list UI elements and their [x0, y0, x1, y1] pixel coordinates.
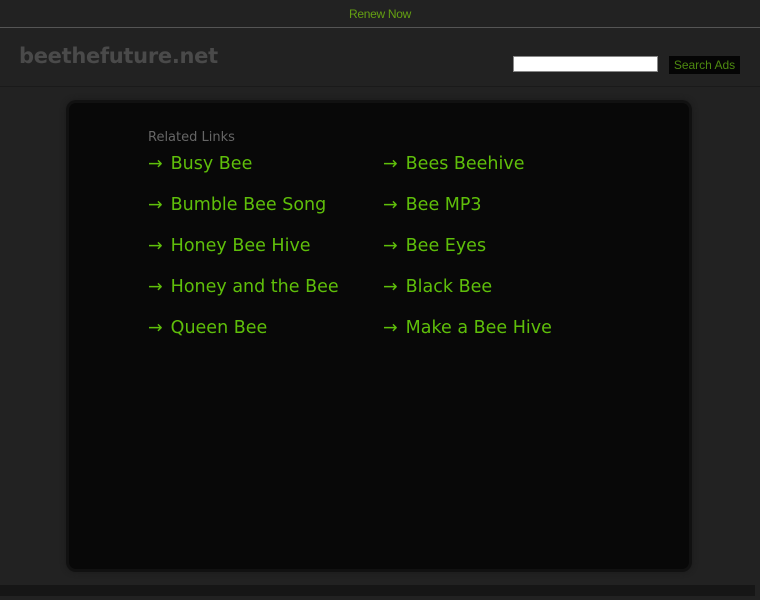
arrow-right-icon: →: [383, 236, 398, 256]
top-bar: Renew Now: [0, 0, 760, 28]
related-link-label: Bee Eyes: [405, 236, 487, 256]
related-link[interactable]: → Bee Eyes: [383, 235, 618, 257]
arrow-right-icon: →: [148, 236, 163, 256]
renew-now-link[interactable]: Renew Now: [349, 7, 411, 21]
related-link-label: Bees Beehive: [405, 154, 525, 174]
header: beethefuture.net Search Ads: [0, 28, 760, 87]
related-link-label: Bumble Bee Song: [170, 195, 327, 215]
related-link-label: Busy Bee: [170, 154, 253, 174]
arrow-right-icon: →: [383, 154, 398, 174]
related-link-label: Honey Bee Hive: [170, 236, 311, 256]
arrow-right-icon: →: [148, 195, 163, 215]
arrow-right-icon: →: [383, 195, 398, 215]
related-link-label: Black Bee: [405, 277, 493, 297]
arrow-right-icon: →: [383, 318, 398, 338]
related-link-label: Bee MP3: [405, 195, 482, 215]
search-ads-button[interactable]: Search Ads: [668, 55, 741, 75]
arrow-right-icon: →: [148, 154, 163, 174]
related-link[interactable]: → Black Bee: [383, 276, 618, 298]
related-links-list: → Busy Bee → Bees Beehive → Bumble Bee Song → B…: [148, 153, 618, 339]
arrow-right-icon: →: [148, 318, 163, 338]
footer-bar: [0, 585, 755, 596]
related-link[interactable]: → Bees Beehive: [383, 153, 618, 175]
arrow-right-icon: →: [148, 277, 163, 297]
related-link[interactable]: → Make a Bee Hive: [383, 317, 618, 339]
related-link[interactable]: → Honey and the Bee: [148, 276, 383, 298]
search-input[interactable]: [513, 56, 658, 72]
related-link[interactable]: → Bumble Bee Song: [148, 194, 383, 216]
related-link-label: Honey and the Bee: [170, 277, 339, 297]
related-links-title: Related Links: [148, 130, 235, 145]
related-link[interactable]: → Queen Bee: [148, 317, 383, 339]
arrow-right-icon: →: [383, 277, 398, 297]
related-link[interactable]: → Honey Bee Hive: [148, 235, 383, 257]
related-link-label: Make a Bee Hive: [405, 318, 552, 338]
site-logo: beethefuture.net: [19, 44, 218, 68]
content-panel: Related Links → Busy Bee → Bees Beehive → Bum…: [69, 103, 689, 569]
related-link[interactable]: → Bee MP3: [383, 194, 618, 216]
related-link[interactable]: → Busy Bee: [148, 153, 383, 175]
related-link-label: Queen Bee: [170, 318, 268, 338]
